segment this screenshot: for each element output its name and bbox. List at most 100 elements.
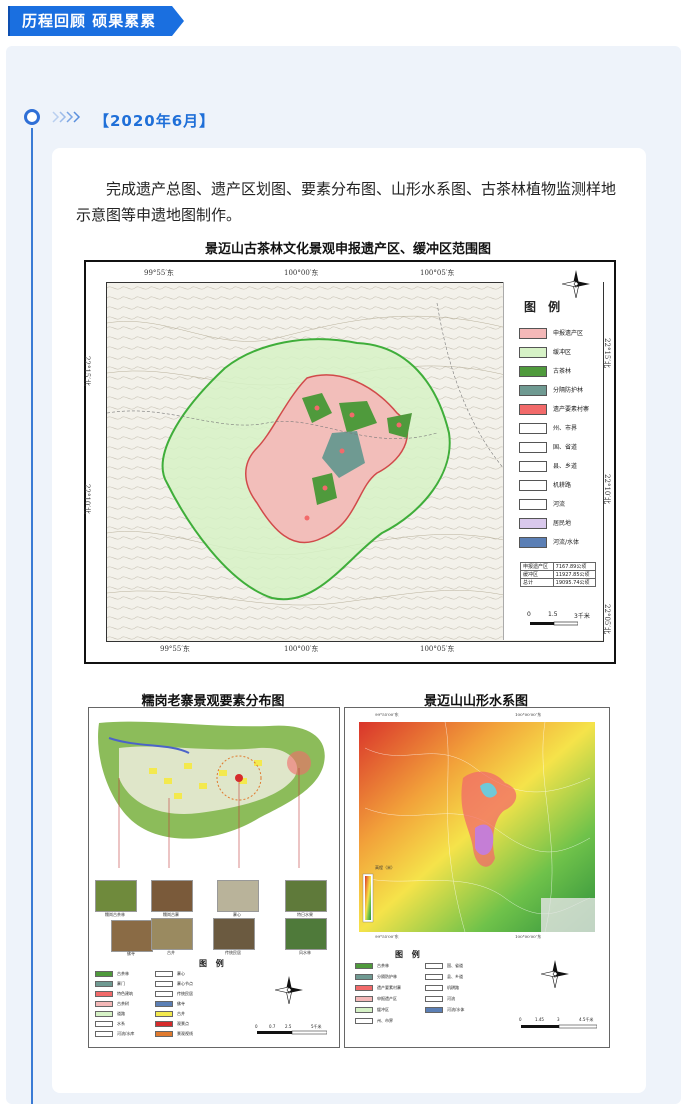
legend-swatch: [355, 1007, 373, 1013]
main-map-title: 景迈山古茶林文化景观申报遗产区、缓冲区范围图: [204, 242, 491, 257]
legend-label: 古茶林: [377, 963, 389, 968]
legend-swatch: [95, 1001, 113, 1007]
scale-label-1: 0.7: [269, 1024, 276, 1029]
village-landscape-map: 糯岗古茶林 糯岗古寨 寨心 特日水果 佛寺 古井 传统民居 风水林 图 例 古茶…: [88, 707, 340, 1048]
legend-swatch: [519, 423, 547, 434]
legend-label: 水系: [117, 1021, 125, 1026]
legend-swatch: [425, 985, 443, 991]
scale-label-0: 0: [519, 1017, 522, 1022]
legend-label: 河流/水体: [553, 539, 580, 546]
legend-swatch: [519, 328, 547, 339]
legend-swatch: [95, 991, 113, 997]
coord-right-3: 22°05′北: [602, 604, 611, 634]
legend-swatch: [95, 1031, 113, 1037]
legend-swatch: [355, 985, 373, 991]
legend-swatch: [155, 991, 173, 997]
section-banner: 历程回顾 硕果累累: [8, 6, 184, 36]
left-legend-title: 图 例: [199, 959, 227, 968]
legend-item: 机耕路: [519, 480, 599, 492]
coord-top-2: 100°00′东: [284, 269, 319, 277]
scale-label-1: 1.45: [535, 1017, 544, 1022]
legend-label: 分隔防护林: [377, 974, 397, 979]
legend-label: 寨门: [117, 981, 125, 986]
legend-swatch: [355, 963, 373, 969]
right-legend-title: 图 例: [395, 950, 423, 959]
photo-label: 风水林: [299, 950, 311, 955]
legend-item: 国、省道: [519, 442, 599, 454]
legend-label: 缓冲区: [553, 349, 572, 356]
coord-bottom-1: 99°55′00″东: [375, 934, 399, 939]
north-arrow-icon: [275, 976, 303, 1004]
legend-swatch: [519, 404, 547, 415]
legend-swatch: [355, 1018, 373, 1024]
photo-fengshui-forest: [285, 918, 327, 950]
legend-label: 河流/水库: [117, 1031, 135, 1036]
legend-swatch: [519, 537, 547, 548]
legend-label: 县、乡道: [553, 463, 578, 470]
legend-swatch: [519, 385, 547, 396]
intro-paragraph: 完成遗产总图、遗产区划图、要素分布图、山形水系图、古茶林植物监测样地示意图等申遗…: [76, 180, 617, 224]
mountain-water-map: 99°55′00″东 100°00′00″东 99°55′00″东 100°00…: [344, 707, 610, 1048]
legend-label: 申报遗产区: [553, 330, 584, 337]
coord-bottom-1: 99°55′东: [160, 645, 190, 653]
coord-top-1: 99°55′东: [144, 269, 174, 277]
legend-swatch: [519, 442, 547, 453]
legend-label: 古井: [177, 1011, 185, 1016]
coord-right-1: 22°15′北: [602, 338, 611, 368]
legend-label: 县、乡道: [447, 974, 463, 979]
legend-swatch: [355, 974, 373, 980]
legend-label: 道路: [117, 1011, 125, 1016]
photo-fruit: [285, 880, 327, 912]
photo-old-well: [151, 918, 193, 950]
north-arrow-icon: [541, 960, 569, 988]
legend-item: 河流/水体: [519, 537, 599, 549]
legend-swatch: [519, 499, 547, 510]
legend-swatch: [95, 1021, 113, 1027]
legend-label: 州、市界: [377, 1018, 393, 1023]
legend-swatch: [425, 963, 443, 969]
legend-label: 古茶林: [553, 368, 572, 375]
scale-label-0: 0: [255, 1024, 258, 1029]
legend-label: 观景点: [177, 1021, 189, 1026]
legend-swatch: [155, 981, 173, 987]
terrain-map-drawing: [345, 708, 609, 948]
legend-swatch: [155, 1001, 173, 1007]
legend-swatch: [519, 518, 547, 529]
legend-swatch: [519, 366, 547, 377]
legend-label: 遗产要素村寨: [377, 985, 401, 990]
legend-item: 县、乡道: [519, 461, 599, 473]
legend-label: 河流/水体: [447, 1007, 465, 1012]
scale-label-3: 4.5千米: [579, 1017, 594, 1022]
legend-swatch: [155, 1031, 173, 1037]
photo-label: 糯岗古茶林: [105, 912, 125, 917]
area-value: 7167.89公顷: [552, 562, 597, 571]
coord-right-2: 22°10′北: [602, 474, 611, 504]
scale-label-2: 3: [557, 1017, 560, 1022]
north-arrow-icon: [562, 270, 590, 298]
legend-swatch: [519, 461, 547, 472]
elevation-label: 高程（米）: [375, 865, 395, 870]
legend-label: 河流: [447, 996, 455, 1001]
area-label: 总计: [520, 578, 554, 587]
legend-label: 机耕路: [553, 482, 572, 489]
legend-label: 州、市界: [553, 425, 578, 432]
photo-temple: [111, 920, 153, 952]
scale-bar: [521, 1024, 597, 1029]
legend-item: 河流: [519, 499, 599, 511]
timeline-date: 【2020年6月】: [94, 112, 216, 130]
legend-swatch: [95, 981, 113, 987]
timeline-line: [31, 128, 33, 1104]
legend-label: 古茶林: [117, 971, 129, 976]
legend-item: 居民地: [519, 518, 599, 530]
legend-label: 河流: [553, 501, 566, 508]
coord-top-1: 99°55′00″东: [375, 712, 399, 717]
legend-swatch: [155, 1021, 173, 1027]
legend-item: 古茶林: [519, 366, 599, 378]
legend-swatch: [425, 974, 443, 980]
photo-label: 传统民居: [225, 950, 241, 955]
legend-label: 缓冲区: [377, 1007, 389, 1012]
heritage-boundary-map: 99°55′东 100°00′东 100°05′东 99°55′东 100°00…: [83, 260, 616, 664]
chevron-arrows-icon: [52, 111, 81, 123]
area-row: 缓冲区 11927.85公顷: [520, 570, 597, 579]
coord-top-2: 100°00′00″东: [515, 712, 542, 717]
